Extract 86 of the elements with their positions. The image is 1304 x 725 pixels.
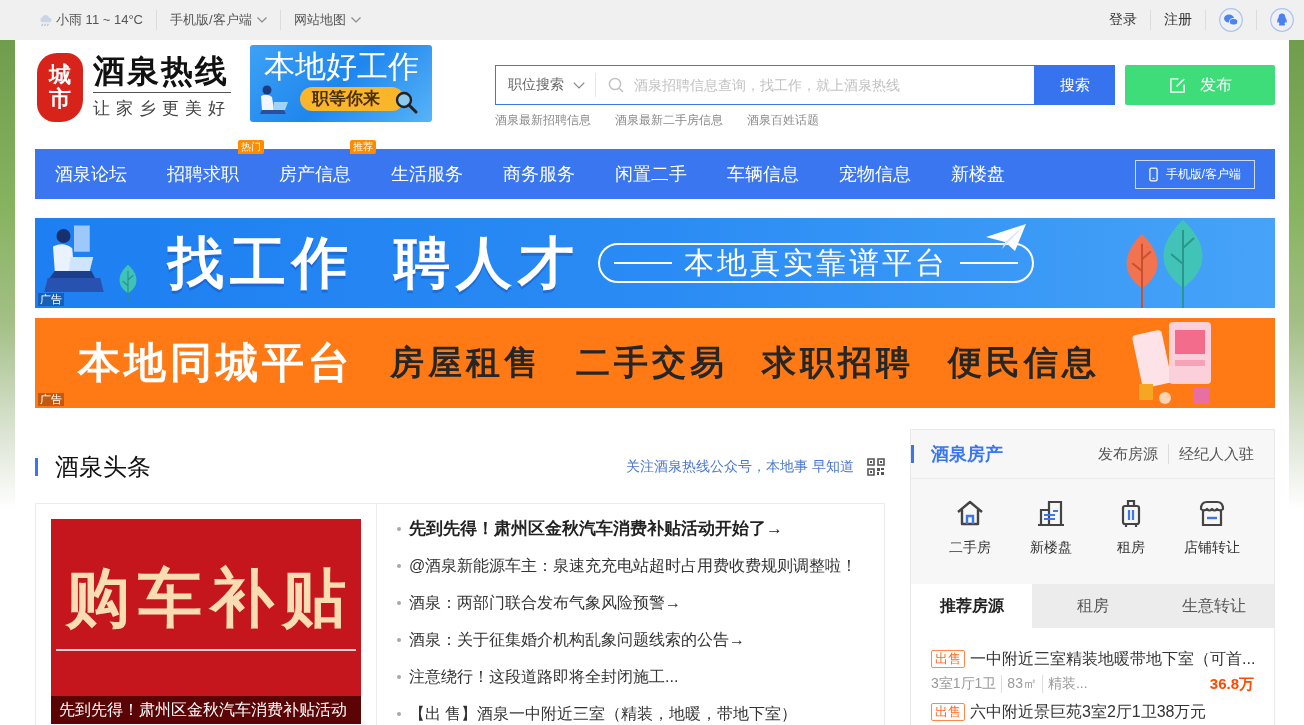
bullet-icon	[397, 711, 401, 716]
bullet-icon	[397, 674, 401, 679]
weather-text: 小雨 11 ~ 14°C	[56, 11, 143, 29]
category-link[interactable]: 二手房	[930, 498, 1011, 584]
listing-detail: 精装...	[1041, 675, 1088, 693]
tab[interactable]: 生意转让	[1153, 584, 1274, 628]
promo-image[interactable]: 购车补贴 先到先得！肃州区金秋汽车消费补贴活动	[51, 519, 361, 724]
nav-link[interactable]: 生活服务	[391, 149, 463, 199]
banner-headline: 聘人才	[394, 231, 580, 295]
paper-plane-icon	[985, 223, 1027, 253]
search-icon	[608, 77, 624, 93]
nav-link[interactable]: 闲置二手	[615, 149, 687, 199]
listing-title[interactable]: 六中附近景巨苑3室2厅1卫38万元	[970, 702, 1207, 722]
ad-label: 广告	[38, 393, 64, 406]
slogan-frame: 本地真实靠谱平台	[598, 243, 1034, 283]
top-link[interactable]: 网站地图	[293, 11, 361, 29]
ad-banner[interactable]: 本地好工作 职等你来	[250, 45, 432, 122]
nav-link[interactable]: 宠物信息	[839, 149, 911, 199]
nav-link[interactable]: 新楼盘	[951, 149, 1005, 199]
logo-text[interactable]: 酒泉热线	[93, 53, 231, 93]
qr-code-icon[interactable]	[867, 458, 885, 476]
ad-title: 本地好工作	[263, 49, 419, 85]
panel-title: 酒泉房产	[931, 443, 1003, 466]
banner-headline: 本地同城平台	[78, 338, 354, 388]
category-link[interactable]: 新楼盘	[1010, 498, 1091, 584]
mobile-version-button[interactable]: 手机版/客户端	[1135, 159, 1255, 189]
account-link[interactable]: 注册	[1164, 11, 1192, 29]
quick-link[interactable]: 酒泉最新二手房信息	[615, 112, 723, 129]
tab[interactable]: 租房	[1032, 584, 1153, 628]
nav-link[interactable]: 房产信息	[279, 149, 351, 199]
chat-bubbles-icon[interactable]	[1219, 8, 1243, 32]
category-link[interactable]: 租房	[1091, 498, 1172, 584]
news-link[interactable]: @酒泉新能源车主：泉速充充电站超时占用费收费规则调整啦！	[409, 555, 858, 576]
image-caption[interactable]: 先到先得！肃州区金秋汽车消费补贴活动	[51, 696, 361, 724]
banner-headline: 找工作	[168, 231, 354, 295]
bullet-icon	[397, 600, 401, 605]
service-label: 房屋租售	[390, 342, 542, 383]
ad-banner[interactable]: 找工作 聘人才 本地真实靠谱平台 广告	[35, 218, 1275, 308]
nav-link[interactable]: 酒泉论坛	[55, 149, 127, 199]
bullet-icon	[397, 563, 401, 568]
service-label: 便民信息	[948, 342, 1100, 383]
tab[interactable]: 推荐房源	[911, 584, 1032, 628]
logo-emblem[interactable]: 城市	[37, 53, 83, 122]
nav-link[interactable]: 招聘求职	[167, 149, 239, 199]
bullet-icon	[397, 637, 401, 642]
search-button[interactable]: 搜索	[1034, 65, 1115, 105]
ad-banner[interactable]: 本地同城平台 房屋租售 二手交易 求职招聘 便民信息 广告	[35, 318, 1275, 408]
news-link[interactable]: 注意绕行！这段道路即将全封闭施工...	[409, 666, 679, 687]
listing-title[interactable]: 一中附近三室精装地暖带地下室（可首...	[970, 649, 1256, 669]
quick-link[interactable]: 酒泉百姓话题	[747, 112, 819, 129]
rain-cloud-icon	[38, 13, 53, 27]
news-link[interactable]: 酒泉：关于征集婚介机构乱象问题线索的公告→	[409, 629, 745, 650]
panel-link[interactable]: 经纪人入驻	[1179, 444, 1254, 464]
quick-link[interactable]: 酒泉最新招聘信息	[495, 112, 591, 129]
penguin-icon[interactable]	[1270, 8, 1294, 32]
category-dropdown[interactable]: 职位搜索	[495, 65, 595, 105]
section-title: 酒泉头条	[55, 452, 151, 482]
ad-label: 广告	[38, 293, 64, 306]
service-label: 求职招聘	[762, 342, 914, 383]
building-icon	[1035, 498, 1066, 528]
edit-icon	[1168, 76, 1186, 94]
caret-icon	[573, 81, 585, 89]
sale-tag: 出售	[931, 703, 965, 721]
sale-tag: 出售	[931, 650, 965, 668]
top-link[interactable]: 手机版/客户端	[170, 11, 267, 29]
phone-icon	[1148, 166, 1158, 182]
news-link[interactable]: 先到先得！肃州区金秋汽车消费补贴活动开始了→	[409, 518, 783, 539]
category-link[interactable]: 店铺转让	[1171, 498, 1252, 584]
nav-badge: 推荐	[350, 140, 376, 154]
ad-subtitle: 职等你来	[300, 87, 404, 111]
account-link[interactable]: 登录	[1109, 11, 1137, 29]
listing-detail: 83㎡	[1001, 675, 1037, 693]
image-headline: 购车补贴	[64, 563, 354, 633]
magnifier-icon	[394, 90, 418, 114]
panel-link[interactable]: 发布房源	[1098, 444, 1158, 464]
bullet-icon	[397, 526, 401, 531]
news-link[interactable]: 【出 售】酒泉一中附近三室（精装，地暖，带地下室）	[409, 703, 798, 724]
logo-slogan: 让家乡更美好	[93, 98, 231, 120]
news-link[interactable]: 酒泉：两部门联合发布气象风险预警→	[409, 592, 681, 613]
nav-link[interactable]: 商务服务	[503, 149, 575, 199]
service-label: 二手交易	[576, 342, 728, 383]
follow-link[interactable]: 关注酒泉热线公众号，本地事 早知道	[626, 458, 854, 476]
nav-badge: 热门	[238, 140, 264, 154]
listing-detail: 3室1厅1卫	[931, 675, 997, 693]
listing-price: 36.8万	[1209, 674, 1254, 694]
nav-link[interactable]: 车辆信息	[727, 149, 799, 199]
